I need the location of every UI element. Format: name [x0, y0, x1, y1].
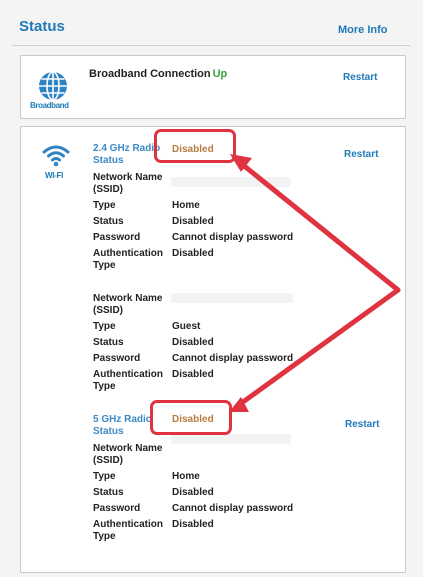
network2-auth-value: Disabled: [172, 369, 214, 380]
wifi-icon-label: WI-FI: [45, 171, 64, 180]
network1-password-label: Password: [93, 232, 141, 243]
more-info-link[interactable]: More Info: [338, 24, 388, 36]
network2-type-label: Type: [93, 321, 116, 332]
network1-type-label: Type: [93, 200, 116, 211]
network3-type-value: Home: [172, 471, 200, 482]
restart-broadband-button[interactable]: Restart: [343, 72, 377, 83]
network3-password-label: Password: [93, 503, 141, 514]
broadband-icon-label: Broadband: [30, 101, 69, 110]
network1-ssid-label: Network Name (SSID): [93, 172, 163, 195]
network3-type-label: Type: [93, 471, 116, 482]
network1-auth-label: Authentication Type: [93, 248, 163, 271]
restart-5ghz-button[interactable]: Restart: [345, 419, 379, 430]
network3-ssid-label: Network Name (SSID): [93, 443, 163, 466]
broadband-connection-name: Broadband Connection: [89, 68, 211, 80]
broadband-card: Broadband Broadband Connection Up Restart: [20, 55, 406, 119]
page-title: Status: [19, 18, 65, 35]
network3-auth-label: Authentication Type: [93, 519, 163, 542]
network1-type-value: Home: [172, 200, 200, 211]
network3-password-value: Cannot display password: [172, 503, 294, 514]
network1-status-label: Status: [93, 216, 124, 227]
network2-password-label: Password: [93, 353, 141, 364]
network3-status-label: Status: [93, 487, 124, 498]
network3-auth-value: Disabled: [172, 519, 214, 530]
network3-status-value: Disabled: [172, 487, 214, 498]
broadband-status: Up: [212, 68, 228, 80]
network2-ssid-value: [171, 293, 293, 303]
divider: [12, 45, 410, 46]
network2-ssid-label: Network Name (SSID): [93, 293, 163, 316]
wifi-icon: [42, 143, 70, 167]
network2-status-value: Disabled: [172, 337, 214, 348]
highlight-box-24ghz: [154, 129, 236, 163]
highlight-box-5ghz: [150, 400, 232, 435]
broadband-connection-label: Broadband Connection Up: [89, 68, 227, 80]
status-page: Status More Info Broadband Broadband Con…: [0, 0, 423, 577]
network1-ssid-value: [171, 177, 291, 187]
network1-auth-value: Disabled: [172, 248, 214, 259]
network2-type-value: Guest: [172, 321, 201, 332]
network1-password-value: Cannot display password: [172, 232, 294, 243]
network2-password-value: Cannot display password: [172, 353, 294, 364]
network2-status-label: Status: [93, 337, 124, 348]
network2-auth-label: Authentication Type: [93, 369, 163, 392]
wifi-card: WI-FI 2.4 GHz Radio Status Disabled Rest…: [20, 126, 406, 573]
restart-24ghz-button[interactable]: Restart: [344, 149, 378, 160]
globe-icon: [36, 70, 70, 102]
network1-status-value: Disabled: [172, 216, 214, 227]
network3-ssid-value: [171, 434, 291, 444]
